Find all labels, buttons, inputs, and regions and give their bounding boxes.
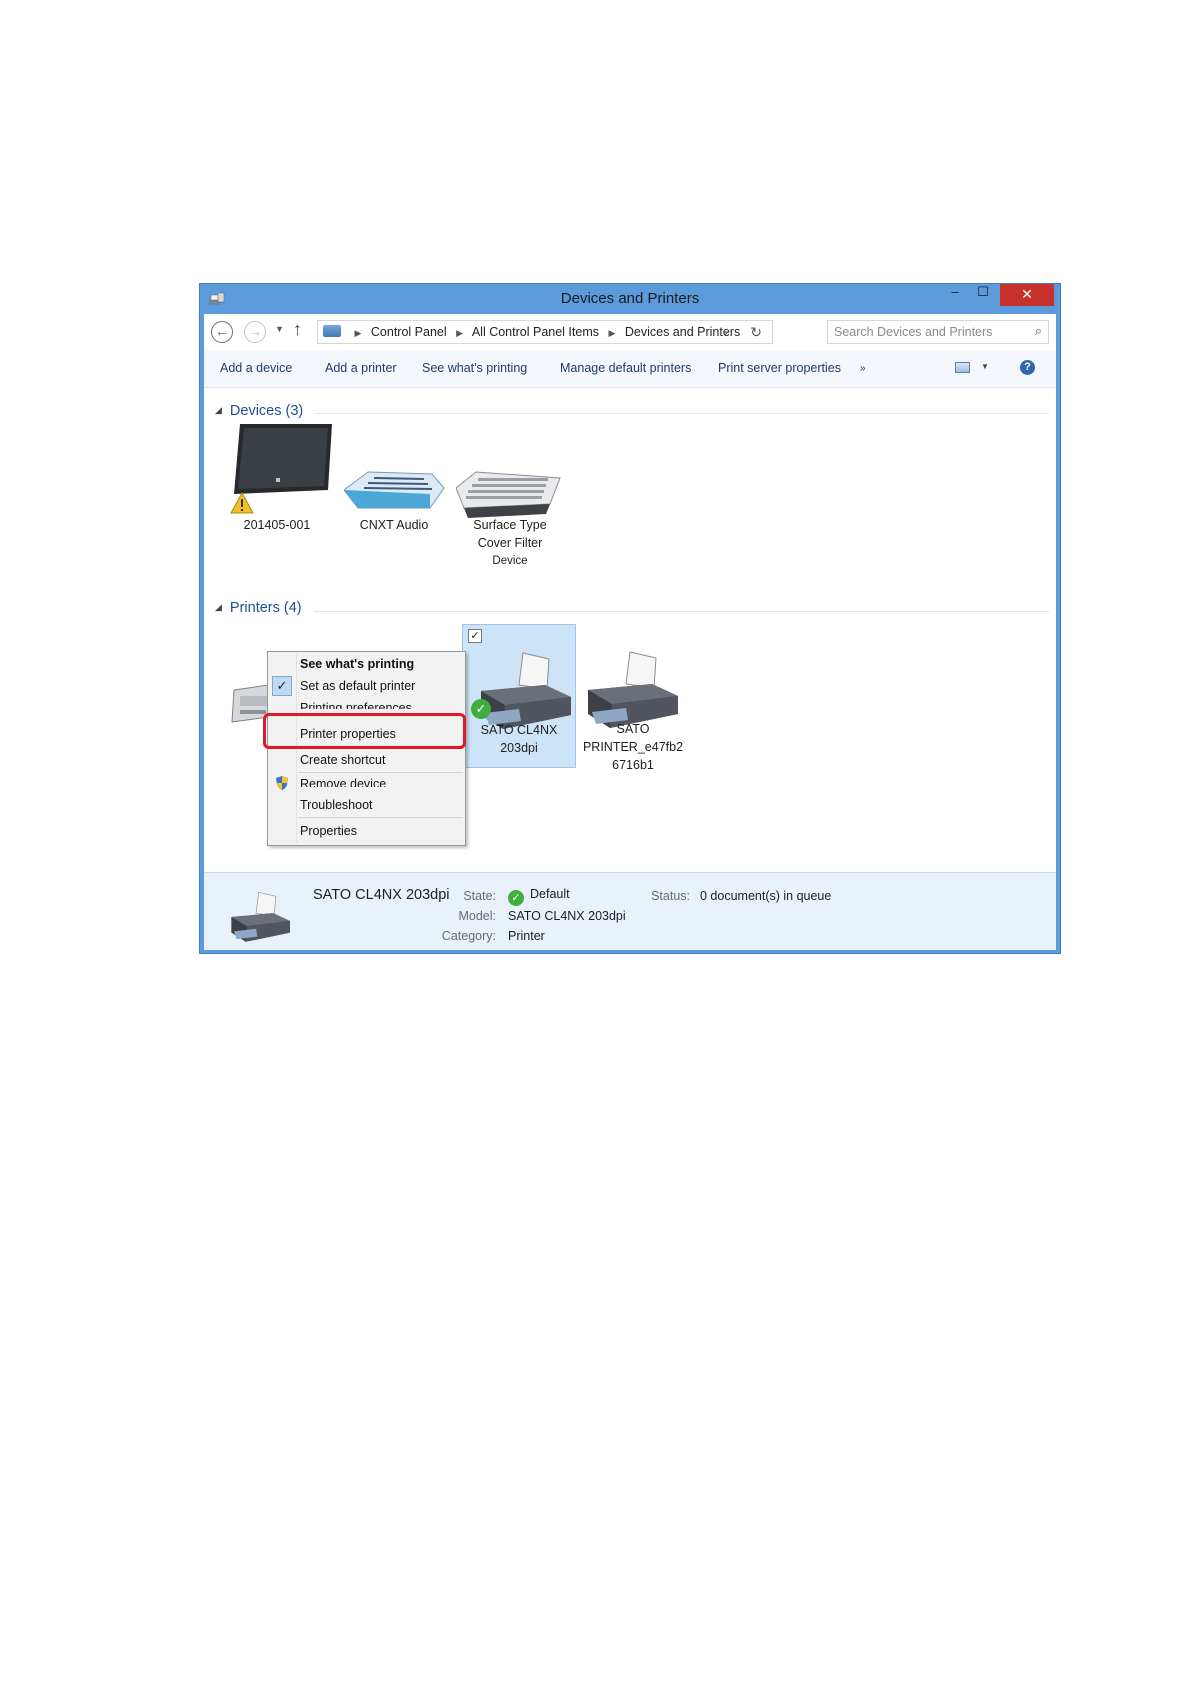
print-server-properties-button[interactable]: Print server properties [718, 361, 841, 375]
printer-properties-highlight-box [263, 713, 466, 749]
address-dropdown-icon[interactable]: ⌄ [721, 321, 730, 343]
audio-device-icon [344, 471, 445, 509]
search-box[interactable]: ⌕ [827, 320, 1049, 344]
device-name-line: Surface Type [473, 518, 547, 532]
address-bar[interactable]: ▶ Control Panel ▶ All Control Panel Item… [317, 320, 773, 344]
category-value: Printer [508, 929, 545, 943]
menu-item-properties[interactable]: Properties [268, 820, 465, 842]
device-name-line: 201405-001 [243, 518, 311, 532]
view-dropdown-icon[interactable]: ▼ [981, 362, 989, 371]
forward-button[interactable]: → [244, 321, 266, 343]
menu-item-set-as-default[interactable]: Set as default printer [268, 675, 465, 697]
search-icon[interactable]: ⌕ [1035, 323, 1042, 339]
manage-default-printers-button[interactable]: Manage default printers [560, 361, 691, 375]
add-device-button[interactable]: Add a device [220, 361, 292, 375]
printer-label: SATO PRINTER_e47fb2 6716b1 [570, 720, 696, 774]
device-name-line: Cover Filter [477, 536, 543, 550]
printer-tile-selected[interactable]: ✓ ✓ SATO CL4NX 203dpi [462, 624, 576, 768]
recent-locations-dropdown-icon[interactable]: ▼ [275, 324, 284, 334]
printer-name-line: SATO CL4NX [480, 723, 558, 737]
printer-name-line: PRINTER_e47fb2 [582, 740, 684, 754]
breadcrumb-separator-icon[interactable]: ▶ [608, 328, 615, 338]
window-title: Devices and Printers [560, 290, 700, 307]
printer-name-line: 203dpi [500, 741, 538, 755]
devices-group-title: Devices (3) [229, 403, 304, 419]
device-label: 201405-001 [232, 516, 322, 534]
menu-separator [298, 817, 463, 818]
state-label: State: [463, 889, 496, 903]
menu-item-see-whats-printing[interactable]: See what's printing [268, 653, 465, 675]
printer-label: SATO CL4NX 203dpi [463, 721, 575, 757]
command-bar: Add a device Add a printer See what's pr… [204, 350, 1056, 388]
collapse-triangle-icon[interactable]: ◢ [215, 602, 222, 612]
status-value: 0 document(s) in queue [700, 889, 832, 903]
tablet-icon [234, 424, 332, 494]
printer-name-line: SATO [616, 722, 650, 736]
search-input[interactable] [834, 323, 1014, 341]
address-row: ← → ▼ ↑ ▶ Control Panel ▶ All Control Pa… [204, 314, 1056, 350]
details-pane: SATO CL4NX 203dpi State: ✓ Default Model:… [204, 872, 1056, 950]
default-printer-check-icon: ✓ [471, 699, 491, 719]
breadcrumb-separator-icon[interactable]: ▶ [456, 328, 463, 338]
printers-group-title: Printers (4) [229, 600, 302, 616]
printer-icon [231, 891, 290, 942]
printer-name-line: 6716b1 [612, 758, 654, 772]
device-label: Surface Type Cover Filter Device [450, 516, 570, 570]
more-commands-button[interactable]: » [860, 363, 866, 374]
devices-and-printers-window: Devices and Printers – ☐ ✕ ← → ▼ ↑ ▶ Con… [199, 283, 1061, 954]
back-button[interactable]: ← [211, 321, 233, 343]
window-client: ← → ▼ ↑ ▶ Control Panel ▶ All Control Pa… [204, 314, 1056, 950]
help-icon[interactable]: ? [1020, 360, 1035, 375]
up-button[interactable]: ↑ [293, 319, 302, 340]
close-button[interactable]: ✕ [1000, 284, 1054, 306]
menu-item-remove-device[interactable]: Remove device [268, 773, 465, 787]
warning-icon [230, 492, 254, 514]
default-check-icon: ✓ [508, 890, 524, 906]
menu-item-troubleshoot[interactable]: Troubleshoot [268, 794, 465, 816]
collapse-triangle-icon[interactable]: ◢ [215, 405, 222, 415]
status-label: Status: [651, 889, 690, 903]
model-value: SATO CL4NX 203dpi [508, 909, 626, 923]
breadcrumb-all-control-panel-items[interactable]: All Control Panel Items [472, 325, 599, 339]
group-divider [314, 413, 1049, 414]
state-value: ✓ Default [508, 887, 570, 906]
title-bar[interactable]: Devices and Printers – ☐ ✕ [200, 284, 1060, 314]
selection-checkbox[interactable]: ✓ [468, 629, 482, 643]
keyboard-icon [456, 471, 561, 518]
breadcrumb-control-panel[interactable]: Control Panel [371, 325, 447, 339]
category-label: Category: [441, 929, 496, 943]
state-value-text: Default [530, 887, 570, 901]
control-panel-icon [323, 325, 341, 337]
device-label: CNXT Audio [344, 516, 444, 534]
devices-group-header[interactable]: ◢ Devices (3) [215, 403, 303, 419]
group-divider [314, 611, 1049, 612]
change-view-icon[interactable] [955, 362, 970, 373]
device-name-line: Device [492, 555, 528, 567]
model-label: Model: [458, 909, 496, 923]
printers-group-header[interactable]: ◢ Printers (4) [215, 600, 302, 616]
maximize-button[interactable]: ☐ [970, 284, 996, 306]
add-printer-button[interactable]: Add a printer [325, 361, 397, 375]
refresh-icon[interactable]: ↻ [750, 321, 762, 343]
minimize-button[interactable]: – [942, 284, 968, 306]
menu-item-label: Printing preferences [300, 701, 412, 709]
see-whats-printing-button[interactable]: See what's printing [422, 361, 527, 375]
menu-item-create-shortcut[interactable]: Create shortcut [268, 749, 465, 771]
menu-item-label: Remove device [300, 777, 387, 787]
menu-item-printing-preferences[interactable]: Printing preferences [268, 697, 465, 709]
breadcrumb-separator-icon[interactable]: ▶ [354, 328, 361, 338]
device-name-line: CNXT Audio [359, 518, 429, 532]
